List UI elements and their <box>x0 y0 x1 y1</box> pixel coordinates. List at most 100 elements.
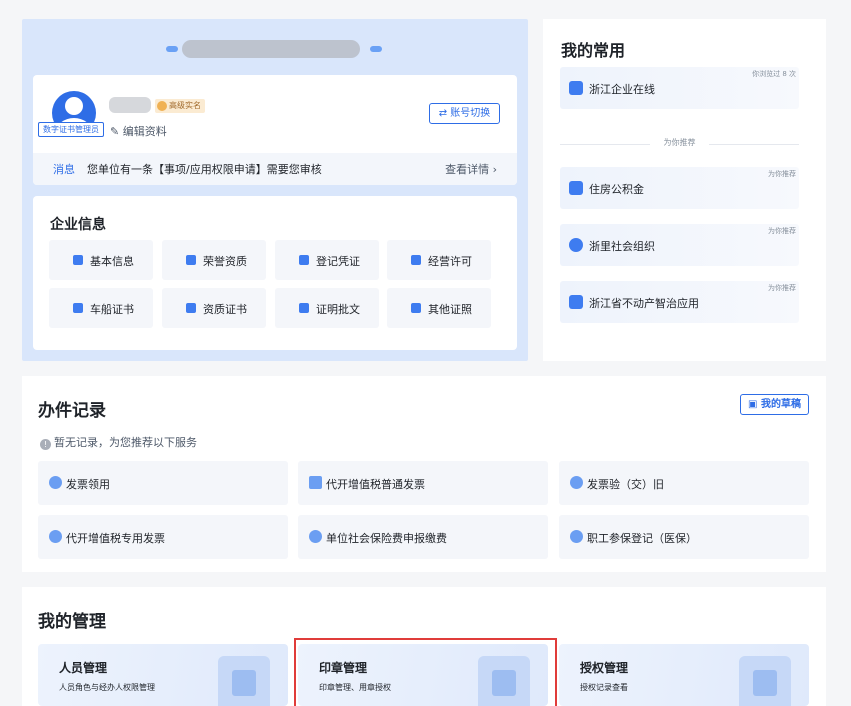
enterprise-item-label: 其他证照 <box>428 303 472 316</box>
manage-card-authorization[interactable]: 授权管理 授权记录查看 <box>559 644 809 706</box>
service-item-label: 职工参保登记（医保） <box>587 532 697 545</box>
recommend-divider-label: 为你推荐 <box>663 138 696 147</box>
enterprise-item-label: 经营许可 <box>428 255 472 268</box>
avatar-head <box>65 97 83 115</box>
proof-icon <box>299 303 309 313</box>
manage-card-title: 授权管理 <box>580 661 629 675</box>
edit-profile-label: 编辑资料 <box>122 125 167 138</box>
manage-title: 我的管理 <box>38 612 106 632</box>
service-item-invoice-claim[interactable]: 发票领用 <box>38 461 288 505</box>
favorites-panel: 我的常用 浙江企业在线 你浏览过 8 次 为你推荐 住房公积金 为你推荐 浙里社… <box>543 19 826 361</box>
switch-account-button[interactable]: ⇄ 账号切换 <box>429 103 500 124</box>
favorite-item-label: 住房公积金 <box>589 183 644 196</box>
favorite-item-label: 浙江企业在线 <box>589 83 655 96</box>
chevron-right-icon: › <box>492 163 497 176</box>
company-name-banner <box>166 40 382 58</box>
enterprise-item-register[interactable]: 登记凭证 <box>275 240 379 280</box>
banner-dash-right <box>370 46 382 52</box>
enterprise-item-other[interactable]: 其他证照 <box>387 288 491 328</box>
social-org-icon <box>569 238 583 252</box>
enterprise-item-honor[interactable]: 荣誉资质 <box>162 240 266 280</box>
person-icon <box>309 530 322 543</box>
draft-icon: ▣ <box>748 399 758 410</box>
service-item-vat-special[interactable]: 代开增值税专用发票 <box>38 515 288 559</box>
favorite-item-tag: 你浏览过 8 次 <box>752 70 796 78</box>
service-item-invoice-verify[interactable]: 发票验（交）旧 <box>559 461 809 505</box>
message-text: 您单位有一条【事项/应用权限申请】需要您审核 <box>87 163 322 176</box>
enterprise-item-label: 车船证书 <box>90 303 134 316</box>
my-drafts-label: 我的草稿 <box>760 399 801 410</box>
vat-invoice-icon <box>309 476 322 489</box>
invoice-verify-icon <box>570 476 583 489</box>
invoice-icon <box>49 476 62 489</box>
message-bar: 消息 您单位有一条【事项/应用权限申请】需要您审核 查看详情 › <box>33 153 517 185</box>
message-tag: 消息 <box>53 163 75 176</box>
seal-management-highlight <box>294 638 557 706</box>
favorite-item-label: 浙里社会组织 <box>589 240 655 253</box>
card-icon <box>73 303 83 313</box>
favorite-item-tag: 为你推荐 <box>768 284 796 292</box>
switch-account-label: 账号切换 <box>450 108 491 119</box>
verification-level-badge: 高级实名 <box>155 99 205 113</box>
enterprise-item-qualification[interactable]: 资质证书 <box>162 288 266 328</box>
user-name-redacted <box>109 97 151 113</box>
service-item-label: 单位社会保险费申报缴费 <box>326 532 447 545</box>
badge-icon <box>186 255 196 265</box>
manage-card-desc: 授权记录查看 <box>580 683 628 692</box>
favorite-item-tag: 为你推荐 <box>768 227 796 235</box>
gold-shield-icon <box>157 101 167 111</box>
enterprise-item-label: 证明批文 <box>316 303 360 316</box>
view-details-link[interactable]: 查看详情 › <box>445 161 497 177</box>
enterprise-item-label: 登记凭证 <box>316 255 360 268</box>
user-card: 数字证书管理员 高级实名 ✎ 编辑资料 ⇄ 账号切换 消息 您单位有一条【事项/… <box>33 75 517 185</box>
empty-records-tip: ! 暂无记录，为您推荐以下服务 <box>40 434 197 450</box>
favorite-item-real-estate[interactable]: 浙江省不动产智治应用 为你推荐 <box>560 281 799 323</box>
service-item-social-insurance[interactable]: 单位社会保险费申报缴费 <box>298 515 548 559</box>
enterprise-info-title: 企业信息 <box>50 217 106 233</box>
enterprise-item-proof[interactable]: 证明批文 <box>275 288 379 328</box>
favorite-item-zhejiang-enterprise[interactable]: 浙江企业在线 你浏览过 8 次 <box>560 67 799 109</box>
verification-level-label: 高级实名 <box>169 101 201 110</box>
service-item-label: 代开增值税普通发票 <box>326 478 425 491</box>
favorite-item-label: 浙江省不动产智治应用 <box>589 297 699 310</box>
org-chart-icon <box>218 656 270 706</box>
service-item-vat-general[interactable]: 代开增值税普通发票 <box>298 461 548 505</box>
register-icon <box>299 255 309 265</box>
view-details-label: 查看详情 <box>445 163 490 176</box>
service-item-label: 发票领用 <box>66 478 110 491</box>
banner-dash-left <box>166 46 178 52</box>
manage-card-title: 人员管理 <box>59 661 108 675</box>
service-item-label: 代开增值税专用发票 <box>66 532 165 545</box>
divider-line <box>709 144 799 145</box>
empty-records-label: 暂无记录，为您推荐以下服务 <box>54 436 197 449</box>
my-drafts-button[interactable]: ▣ 我的草稿 <box>740 394 809 415</box>
key-glyph <box>753 670 777 696</box>
license-icon <box>411 303 421 313</box>
certificate-icon <box>186 303 196 313</box>
housing-fund-icon <box>569 181 583 195</box>
enterprise-item-license[interactable]: 经营许可 <box>387 240 491 280</box>
vat-special-icon <box>49 530 62 543</box>
enterprise-info-card: 企业信息 基本信息 荣誉资质 登记凭证 经营许可 车船证书 资质证书 证明批文 … <box>33 196 517 350</box>
manage-card-personnel[interactable]: 人员管理 人员角色与经办人权限管理 <box>38 644 288 706</box>
swap-icon: ⇄ <box>438 108 448 119</box>
enterprise-item-vehicle[interactable]: 车船证书 <box>49 288 153 328</box>
enterprise-item-basic[interactable]: 基本信息 <box>49 240 153 280</box>
house-icon <box>569 295 583 309</box>
role-badge: 数字证书管理员 <box>38 122 104 137</box>
enterprise-item-label: 荣誉资质 <box>203 255 247 268</box>
favorite-item-tag: 为你推荐 <box>768 170 796 178</box>
edit-profile-link[interactable]: ✎ 编辑资料 <box>110 123 167 139</box>
info-icon: ! <box>40 439 51 450</box>
service-item-medical-insurance[interactable]: 职工参保登记（医保） <box>559 515 809 559</box>
company-name-redacted <box>182 40 360 58</box>
person-icon <box>570 530 583 543</box>
favorite-item-social-org[interactable]: 浙里社会组织 为你推荐 <box>560 224 799 266</box>
org-chart-glyph <box>232 670 256 696</box>
doc-icon <box>73 255 83 265</box>
favorite-item-housing-fund[interactable]: 住房公积金 为你推荐 <box>560 167 799 209</box>
records-panel: 办件记录 ▣ 我的草稿 ! 暂无记录，为您推荐以下服务 发票领用 代开增值税普通发… <box>22 376 826 572</box>
key-icon <box>739 656 791 706</box>
records-title: 办件记录 <box>38 401 106 421</box>
shield-icon <box>411 255 421 265</box>
